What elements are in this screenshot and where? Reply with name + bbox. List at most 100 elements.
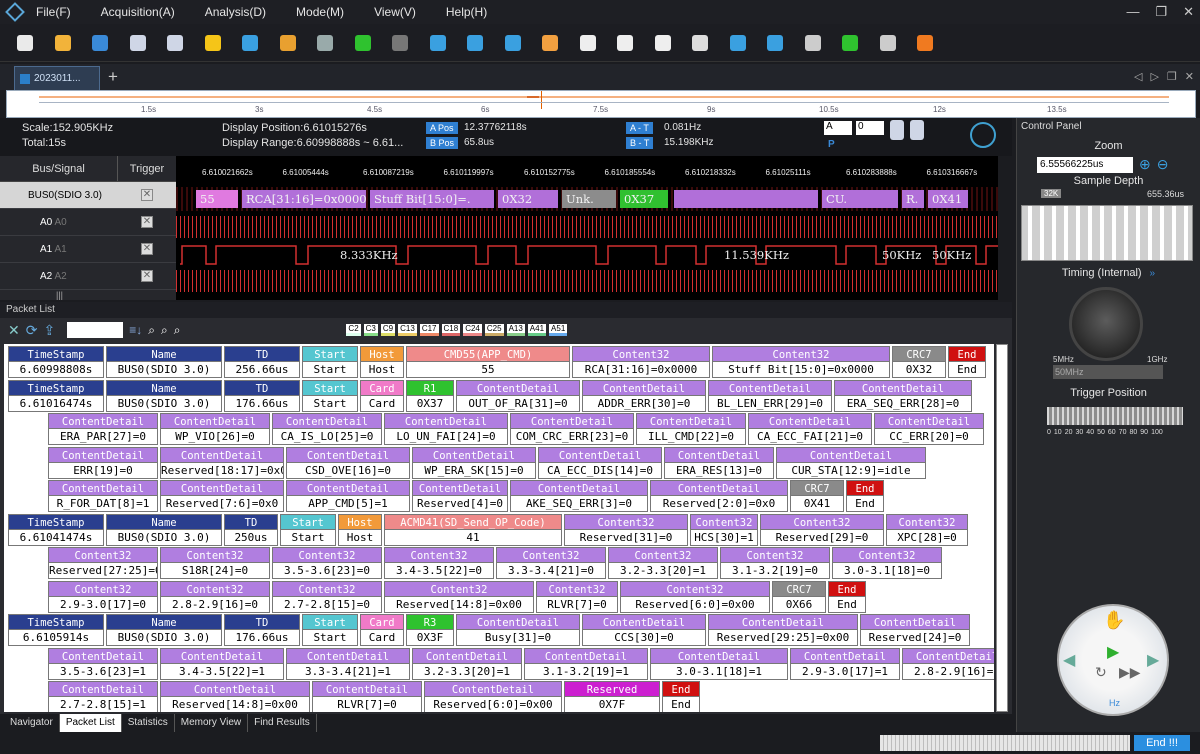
- packet-cell[interactable]: Content32 2.8-2.9[16]=0: [160, 580, 270, 613]
- expand-timing-icon[interactable]: »: [1150, 268, 1156, 279]
- run-icon[interactable]: [350, 30, 376, 56]
- packet-cell[interactable]: ContentDetail OUT_OF_RA[31]=0: [456, 379, 580, 412]
- packet-cell[interactable]: ContentDetail CA_IS_LO[25]=0: [272, 413, 382, 445]
- packet-cell[interactable]: TimeStamp 6.61041474s: [8, 513, 104, 546]
- packet-cell[interactable]: Content32 3.2-3.3[20]=1: [608, 547, 718, 579]
- packet-search-input[interactable]: [67, 322, 124, 338]
- packet-cell[interactable]: Start Start: [302, 614, 358, 646]
- zoom-reset-icon[interactable]: [800, 30, 826, 56]
- packet-cell[interactable]: ContentDetail 2.7-2.8[15]=1: [48, 681, 158, 712]
- depth-marker[interactable]: 32K: [1041, 189, 1062, 198]
- packet-cell[interactable]: Content32 Reserved[6:0]=0x00: [620, 580, 770, 613]
- packet-cell[interactable]: R1 0X37: [406, 379, 454, 412]
- packet-cell[interactable]: ContentDetail ADDR_ERR[30]=0: [582, 379, 706, 412]
- navigation-wheel[interactable]: ✋ ▶ ↻ ▶▶ ◀ ▶ Hz: [1057, 604, 1169, 716]
- packet-cell[interactable]: ContentDetail Busy[31]=0: [456, 614, 580, 646]
- bus-segment[interactable]: R.: [902, 190, 924, 208]
- search-light-icon[interactable]: [537, 30, 563, 56]
- packet-cell[interactable]: ContentDetail CUR_STA[12:9]=idle: [776, 446, 926, 479]
- packet-cell[interactable]: R3 0X3F: [406, 614, 454, 646]
- packet-cell[interactable]: ContentDetail Reserved[14:8]=0x00: [160, 681, 310, 712]
- pages-alt2-icon[interactable]: [650, 30, 676, 56]
- bus-segment[interactable]: 0X32: [498, 190, 558, 208]
- packet-cell[interactable]: Content32 2.9-3.0[17]=0: [48, 580, 158, 613]
- packet-cell[interactable]: Start Start: [302, 379, 358, 412]
- packet-cell[interactable]: Content32 Reserved[14:8]=0x00: [384, 580, 534, 613]
- packet-cell[interactable]: TD 250us: [224, 513, 278, 546]
- tab-capture[interactable]: 2023011...: [14, 66, 100, 90]
- clock-icon[interactable]: [970, 122, 996, 148]
- pages-alt-icon[interactable]: [612, 30, 638, 56]
- channel-chip[interactable]: A41: [527, 324, 547, 336]
- packet-cell[interactable]: ACMD41(SD_Send_OP_Code) 41: [384, 513, 562, 546]
- packet-cell[interactable]: TD 176.66us: [224, 614, 300, 646]
- cursor-a-select[interactable]: A: [824, 121, 852, 135]
- favorite-star-icon[interactable]: [200, 30, 226, 56]
- packet-cell[interactable]: TimeStamp 6.60998808s: [8, 346, 104, 378]
- packet-cell[interactable]: ContentDetail Reserved[4]=0: [412, 480, 508, 512]
- packet-cell[interactable]: Start Start: [280, 513, 336, 546]
- packet-cell[interactable]: ContentDetail 3.0-3.1[18]=1: [650, 647, 788, 680]
- packet-cell[interactable]: Content32 RCA[31:16]=0x0000: [572, 346, 710, 378]
- channel-chip[interactable]: C2: [346, 324, 361, 336]
- packet-cell[interactable]: ContentDetail AKE_SEQ_ERR[3]=0: [510, 480, 648, 512]
- packet-cell[interactable]: Content32 RLVR[7]=0: [536, 580, 618, 613]
- packet-cell[interactable]: ContentDetail Reserved[7:6]=0x0: [160, 480, 284, 512]
- packet-cell[interactable]: ContentDetail ERA_RES[13]=0: [664, 446, 774, 479]
- bus-segment[interactable]: CU.: [822, 190, 898, 208]
- zoom-out-icon[interactable]: [762, 30, 788, 56]
- packet-cell[interactable]: ContentDetail CCS[30]=0: [582, 614, 706, 646]
- menu-analysis[interactable]: Analysis(D): [205, 5, 266, 19]
- tab-close-icon[interactable]: ✕: [1185, 70, 1194, 83]
- packet-cell[interactable]: TimeStamp 6.61016474s: [8, 379, 104, 412]
- cursor-tool-b-icon[interactable]: [910, 120, 924, 140]
- packet-cell[interactable]: ContentDetail BL_LEN_ERR[29]=0: [708, 379, 832, 412]
- menu-file[interactable]: File(F): [36, 5, 71, 19]
- marker-add-icon[interactable]: [425, 30, 451, 56]
- packet-cell[interactable]: End End: [846, 480, 884, 512]
- find-prev-icon[interactable]: ⌕: [161, 323, 168, 338]
- channel-chip[interactable]: C9: [380, 324, 396, 336]
- packet-cell[interactable]: Content32 3.5-3.6[23]=0: [272, 547, 382, 579]
- tab-navigator[interactable]: Navigator: [4, 714, 60, 732]
- packet-cell[interactable]: Content32 HCS[30]=1: [690, 513, 758, 546]
- settings-gear-icon[interactable]: [312, 30, 338, 56]
- packet-cell[interactable]: Card Card: [360, 614, 404, 646]
- packet-cell[interactable]: ContentDetail WP_ERA_SK[15]=0: [412, 446, 536, 479]
- packet-cell[interactable]: End End: [662, 681, 700, 712]
- wheel-forward-icon[interactable]: ▶▶: [1119, 664, 1141, 681]
- bus-segment[interactable]: Stuff Bit[15:0]=.: [370, 190, 494, 208]
- packet-cell[interactable]: Reserved 0X7F: [564, 681, 660, 712]
- packet-cell[interactable]: ContentDetail CSD_OVE[16]=0: [286, 446, 410, 479]
- channel-chip[interactable]: A13: [506, 324, 525, 336]
- channel-row-a0[interactable]: A0 A0 ✕: [0, 209, 176, 236]
- packet-cell[interactable]: Host Host: [360, 346, 404, 378]
- packet-cell[interactable]: ContentDetail 3.1-3.2[19]=1: [524, 647, 648, 680]
- bus-segment[interactable]: 0X41: [928, 190, 968, 208]
- channel-row-a2[interactable]: A2 A2 ✕: [0, 263, 176, 290]
- packet-cell[interactable]: ContentDetail CC_ERR[20]=0: [874, 413, 984, 445]
- packet-cell[interactable]: Name BUS0(SDIO 3.0): [106, 614, 222, 646]
- sample-depth-slider[interactable]: [1021, 205, 1193, 261]
- packet-cell[interactable]: ContentDetail 2.8-2.9[16]=1: [902, 647, 994, 680]
- print-icon[interactable]: [125, 30, 151, 56]
- channel-row-a1[interactable]: A1 A1 ✕: [0, 236, 176, 263]
- save-as-icon[interactable]: [162, 30, 188, 56]
- menu-view[interactable]: View(V): [374, 5, 416, 19]
- trigger-checkbox[interactable]: ✕: [141, 216, 153, 228]
- marker-blue-icon[interactable]: [462, 30, 488, 56]
- pointer-icon[interactable]: [875, 30, 901, 56]
- packet-cell[interactable]: Content32 3.1-3.2[19]=0: [720, 547, 830, 579]
- wheel-left-icon[interactable]: ◀: [1063, 650, 1075, 670]
- channel-chip[interactable]: C25: [484, 324, 504, 336]
- packet-cell[interactable]: ContentDetail Reserved[18:17]=0x0: [160, 446, 284, 479]
- packet-cell[interactable]: ContentDetail Reserved[29:25]=0x00: [708, 614, 858, 646]
- packet-cell[interactable]: ContentDetail COM_CRC_ERR[23]=0: [510, 413, 634, 445]
- zoom-out-icon[interactable]: ⊖: [1157, 156, 1169, 173]
- packet-cell[interactable]: ContentDetail ERA_PAR[27]=0: [48, 413, 158, 445]
- zoom-in-icon[interactable]: [725, 30, 751, 56]
- tab-memory-view[interactable]: Memory View: [175, 714, 249, 732]
- packet-cell[interactable]: Name BUS0(SDIO 3.0): [106, 513, 222, 546]
- packet-cell[interactable]: ContentDetail Reserved[24]=0: [860, 614, 970, 646]
- waveform-vscroll[interactable]: [998, 156, 1012, 300]
